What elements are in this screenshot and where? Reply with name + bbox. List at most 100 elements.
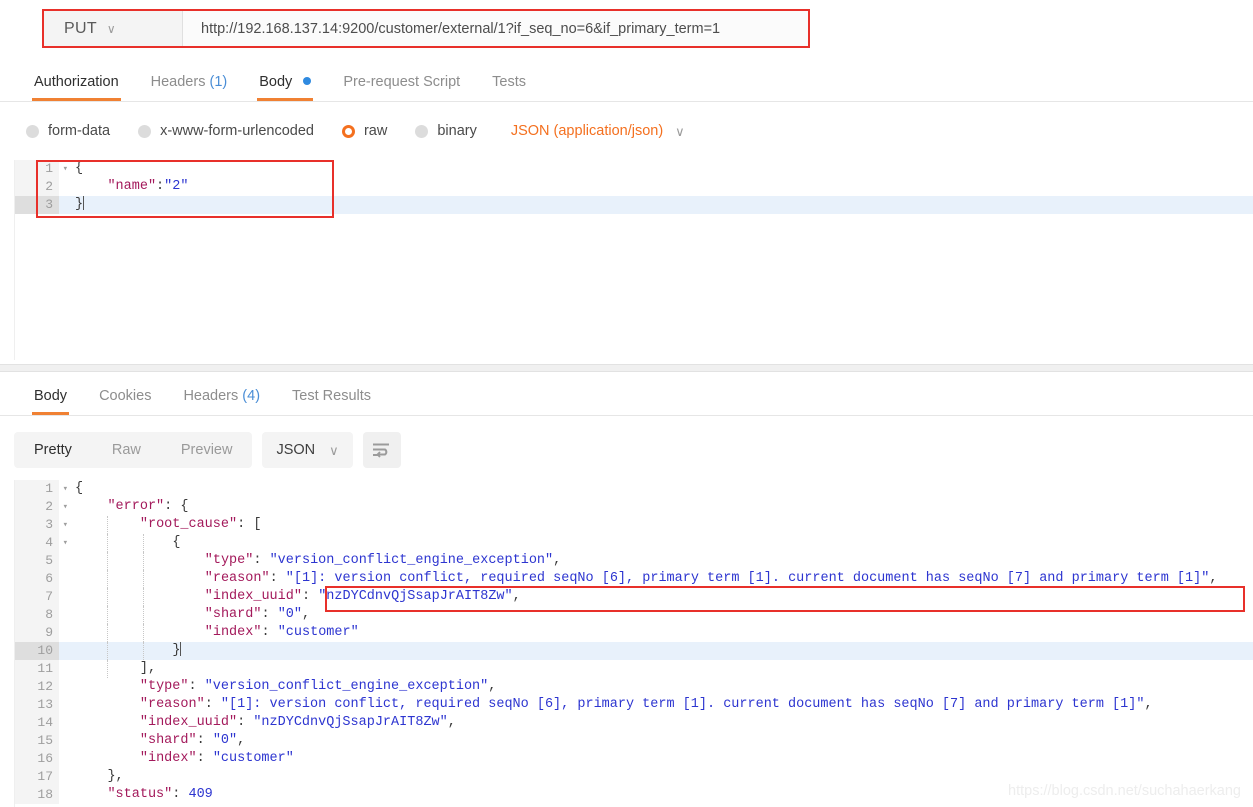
line-number: 12 [15, 678, 59, 696]
radio-form-data-icon [26, 124, 39, 138]
tab-response-headers[interactable]: Headers (4) [167, 388, 276, 415]
watermark-text: https://blog.csdn.net/suchahaerkang [1008, 783, 1241, 799]
code-line-text: } [59, 642, 1253, 660]
line-number: 5 [15, 552, 59, 570]
line-number: 7 [15, 588, 59, 606]
response-view-mode-group: Pretty Raw Preview [14, 432, 253, 468]
line-number: 11 [15, 660, 59, 678]
line-number: 17 [15, 768, 59, 786]
tab-headers[interactable]: Headers (1) [135, 74, 244, 101]
tab-test-results-label: Test Results [292, 388, 372, 404]
line-number: 13 [15, 696, 59, 714]
tab-pre-request-script[interactable]: Pre-request Script [327, 74, 476, 101]
code-line: 3 ▾ "root_cause": [ [15, 516, 1253, 534]
chevron-down-icon: ∨ [329, 442, 339, 458]
code-line-text: "reason": "[1]: version conflict, requir… [139, 697, 1153, 712]
line-number: 16 [15, 750, 59, 768]
tab-response-body[interactable]: Body [18, 388, 83, 415]
code-line: 14 "index_uuid": "nzDYCdnvQjSsapJrAIT8Zw… [15, 714, 1253, 732]
response-body-editor[interactable]: 1 ▾ {2 ▾ "error": { 3 ▾ "root_cause": [4 ▾ {5 … [14, 480, 1253, 807]
code-line-text: "index_uuid": "nzDYCdnvQjSsapJrAIT8Zw", [59, 588, 1253, 606]
body-modified-dot-icon [303, 77, 312, 85]
url-bar-highlight-box: PUT ∨ http://192.168.137.14:9200/custome… [42, 9, 810, 48]
radio-x-www-form-urlencoded[interactable]: x-www-form-urlencoded [138, 123, 314, 139]
view-mode-pretty[interactable]: Pretty [14, 432, 92, 468]
tab-pre-request-script-label: Pre-request Script [343, 74, 461, 90]
code-line-text: "index": "customer" [139, 751, 294, 766]
code-line: 11 ], [15, 660, 1253, 678]
code-line-text: "reason": "[1]: version conflict, requir… [59, 570, 1253, 588]
word-wrap-icon [372, 443, 389, 458]
tab-body[interactable]: Body [243, 74, 327, 101]
url-input[interactable]: http://192.168.137.14:9200/customer/exte… [183, 11, 808, 46]
code-line-text: "root_cause": [ [59, 516, 1253, 534]
tab-headers-count: (1) [209, 74, 228, 90]
tab-body-label: Body [259, 74, 293, 90]
http-method-label: PUT [64, 19, 97, 37]
code-line: 8 "shard": "0", [15, 606, 1253, 624]
line-number: 15 [15, 732, 59, 750]
chevron-down-icon: ∨ [106, 21, 116, 36]
code-line: 16 "index": "customer" [15, 750, 1253, 768]
code-line: 2 "name":"2" [15, 178, 1253, 196]
line-number: 10 [15, 642, 59, 660]
tab-response-cookies[interactable]: Cookies [83, 388, 167, 415]
radio-x-www-form-urlencoded-icon [138, 124, 152, 138]
word-wrap-toggle[interactable] [362, 432, 401, 468]
tab-tests[interactable]: Tests [476, 74, 542, 101]
response-tab-bar: Body Cookies Headers (4) Test Results [0, 376, 1253, 416]
request-body-code[interactable]: 1 ▾{2 "name":"2" 3} [15, 160, 1253, 214]
code-line: 13 "reason": "[1]: version conflict, req… [15, 696, 1253, 714]
radio-binary-icon [415, 124, 429, 138]
code-line: 6 "reason": "[1]: version conflict, requ… [15, 570, 1253, 588]
code-line-text: { [75, 481, 84, 496]
request-body-editor[interactable]: 1 ▾{2 "name":"2" 3} [14, 160, 1253, 360]
code-line-text: "name":"2" [107, 179, 189, 194]
code-line: 10 } [15, 642, 1253, 660]
line-number: 1 ▾ [15, 160, 68, 178]
line-number: 6 [15, 570, 59, 588]
tab-authorization-label: Authorization [34, 74, 119, 90]
tab-authorization[interactable]: Authorization [18, 74, 135, 101]
code-line: 9 "index": "customer" [15, 624, 1253, 642]
radio-binary[interactable]: binary [415, 123, 477, 139]
code-line-text: "error": { [107, 499, 189, 514]
response-format-dropdown[interactable]: JSON ∨ [262, 432, 353, 468]
code-line-text: "type": "version_conflict_engine_excepti… [59, 552, 1253, 570]
pane-divider[interactable] [0, 364, 1253, 372]
code-line-text: ], [59, 660, 1253, 678]
code-line-text: "shard": "0", [59, 606, 1253, 624]
chevron-down-icon: ∨ [675, 123, 685, 139]
body-type-selector: form-data x-www-form-urlencoded raw bina… [0, 108, 1253, 154]
view-mode-raw[interactable]: Raw [92, 432, 161, 468]
code-line: 4 ▾ { [15, 534, 1253, 552]
code-line: 1 ▾ { [15, 160, 1253, 178]
response-body-code[interactable]: 1 ▾ {2 ▾ "error": { 3 ▾ "root_cause": [4 ▾ {5 … [15, 480, 1253, 804]
radio-form-data[interactable]: form-data [26, 123, 110, 139]
radio-raw-icon [341, 124, 355, 138]
tab-tests-label: Tests [492, 74, 527, 90]
http-method-dropdown[interactable]: PUT ∨ [44, 11, 183, 46]
code-line-text: "type": "version_conflict_engine_excepti… [139, 679, 497, 694]
radio-raw[interactable]: raw [341, 123, 388, 139]
code-line-text: { [59, 534, 1253, 552]
line-number: 9 [15, 624, 59, 642]
radio-raw-label: raw [363, 123, 388, 139]
postman-window: PUT ∨ http://192.168.137.14:9200/custome… [0, 0, 1253, 807]
view-mode-preview[interactable]: Preview [161, 432, 253, 468]
radio-x-www-form-urlencoded-label: x-www-form-urlencoded [160, 123, 314, 139]
line-number: 3 ▾ [15, 516, 68, 534]
line-number: 2 ▾ [15, 498, 68, 516]
line-number: 18 [15, 786, 59, 804]
code-line: 7 "index_uuid": "nzDYCdnvQjSsapJrAIT8Zw"… [15, 588, 1253, 606]
request-tab-bar: Authorization Headers (1) Body Pre-reque… [0, 62, 1253, 102]
code-line-text: "index_uuid": "nzDYCdnvQjSsapJrAIT8Zw", [139, 715, 456, 730]
line-number: 1 ▾ [15, 480, 68, 498]
code-line-text: "index": "customer" [59, 624, 1253, 642]
content-type-dropdown[interactable]: JSON (application/json) ∨ [511, 123, 685, 139]
line-number: 2 [15, 178, 59, 196]
code-line: 1 ▾ { [15, 480, 1253, 498]
code-line: 5 "type": "version_conflict_engine_excep… [15, 552, 1253, 570]
tab-test-results[interactable]: Test Results [276, 388, 387, 415]
response-format-label: JSON [276, 442, 316, 458]
